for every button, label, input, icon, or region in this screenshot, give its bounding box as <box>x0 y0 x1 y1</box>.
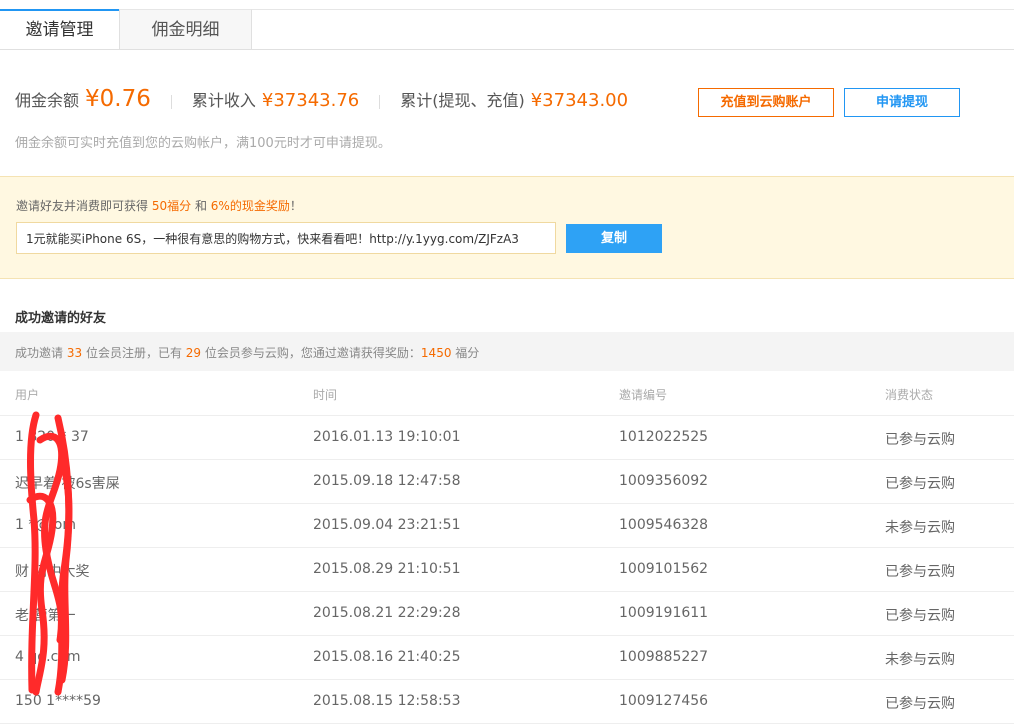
cell-code: 1012022525 <box>619 429 709 445</box>
cell-status: 已参与云购 <box>885 432 955 448</box>
withdraw-button[interactable]: 申请提现 <box>844 88 960 117</box>
stats-part: 位会员注册，已有 <box>85 346 182 360</box>
tab-commission-details[interactable]: 佣金明细 <box>119 9 252 49</box>
friends-table: 用户 时间 邀请编号 消费状态 1 820 * 37 2016.01.13 19… <box>0 371 1014 724</box>
invite-tip: 邀请好友并消费即可获得 50福分 和 6%的现金奖励！ <box>16 197 302 214</box>
cell-time: 2015.08.21 22:29:28 <box>313 605 461 621</box>
invite-tip-points: 50福分 <box>151 199 192 213</box>
invite-stats-bar: 成功邀请 33 位会员注册，已有 29 位会员参与云购，您通过邀请获得奖励：14… <box>0 332 1014 371</box>
tab-bar: 邀请管理 佣金明细 <box>0 9 1014 50</box>
balance-note: 佣金余额可实时充值到您的云购帐户，满100元时才可申请提现。 <box>15 136 391 151</box>
table-row: 4 qq.com 2015.08.16 21:40:25 1009885227 … <box>0 636 1014 680</box>
table-row: 1 820 * 37 2016.01.13 19:10:01 101202252… <box>0 416 1014 460</box>
stats-part: 成功邀请 <box>15 346 64 360</box>
invite-tip-prefix: 邀请好友并消费即可获得 <box>16 199 149 213</box>
cell-time: 2015.09.18 12:47:58 <box>313 473 461 489</box>
cell-user: 1 *@ om <box>15 517 77 533</box>
invite-tip-and: 和 <box>194 199 207 213</box>
table-row: 150 1****59 2015.08.15 12:58:53 10091274… <box>0 680 1014 724</box>
column-header-time: 时间 <box>313 388 338 402</box>
column-header-code: 邀请编号 <box>619 388 668 402</box>
section-title: 成功邀请的好友 <box>15 311 107 326</box>
cell-status: 已参与云购 <box>885 476 955 492</box>
cell-code: 1009356092 <box>619 473 709 489</box>
cell-user: 1 820 * 37 <box>15 429 89 445</box>
invite-stats-text: 成功邀请 33 位会员注册，已有 29 位会员参与云购，您通过邀请获得奖励：14… <box>15 344 479 361</box>
cell-status: 已参与云购 <box>885 608 955 624</box>
reward-points: 1450 <box>420 346 452 360</box>
cell-code: 1009101562 <box>619 561 709 577</box>
table-header: 用户 时间 邀请编号 消费状态 <box>0 371 1014 416</box>
table-row: 1 *@ om 2015.09.04 23:21:51 1009546328 未… <box>0 504 1014 548</box>
participated-count: 29 <box>185 346 202 360</box>
cell-code: 1009546328 <box>619 517 709 533</box>
stats-part: 位会员参与云购，您通过邀请获得奖励： <box>204 346 421 360</box>
cell-code: 1009191611 <box>619 605 709 621</box>
cell-status: 未参与云购 <box>885 520 955 536</box>
cell-user: 150 1****59 <box>15 693 101 709</box>
tab-invite-management[interactable]: 邀请管理 <box>0 9 119 49</box>
balance-label: 佣金余额 <box>15 91 80 110</box>
cell-code: 1009885227 <box>619 649 709 665</box>
divider <box>379 95 381 109</box>
column-header-user: 用户 <box>15 388 40 402</box>
invite-tip-cash: 6%的现金奖励 <box>210 199 290 213</box>
table-row: 财 阿中大奖 2015.08.29 21:10:51 1009101562 已参… <box>0 548 1014 592</box>
cell-user: 迟早着 被6s害屎 <box>15 476 120 492</box>
divider <box>170 95 172 109</box>
income-value: ¥37343.76 <box>261 90 360 111</box>
cell-status: 已参与云购 <box>885 696 955 712</box>
stats-part: 福分 <box>455 346 480 360</box>
cell-status: 未参与云购 <box>885 652 955 668</box>
cell-user: 老 营第一 <box>15 608 76 624</box>
cell-code: 1009127456 <box>619 693 709 709</box>
cell-time: 2015.08.16 21:40:25 <box>313 649 461 665</box>
column-header-status: 消费状态 <box>885 388 934 402</box>
invite-panel: 邀请好友并消费即可获得 50福分 和 6%的现金奖励！ 复制 <box>0 176 1014 279</box>
table-row: 老 营第一 2015.08.21 22:29:28 1009191611 已参与… <box>0 592 1014 636</box>
cell-status: 已参与云购 <box>885 564 955 580</box>
cell-time: 2015.08.15 12:58:53 <box>313 693 461 709</box>
invite-link-input[interactable] <box>16 222 556 254</box>
cell-user: 财 阿中大奖 <box>15 564 90 580</box>
registered-count: 33 <box>66 346 83 360</box>
recharge-button[interactable]: 充值到云购账户 <box>698 88 834 117</box>
cell-time: 2016.01.13 19:10:01 <box>313 429 461 445</box>
income-label: 累计收入 <box>191 91 256 110</box>
cell-user: 4 qq.com <box>15 649 81 665</box>
balance-value: ¥0.76 <box>85 86 151 112</box>
cell-time: 2015.09.04 23:21:51 <box>313 517 461 533</box>
commission-summary: 佣金余额 ¥0.76 累计收入 ¥37343.76 累计(提现、充值) ¥373… <box>15 86 628 118</box>
table-row: 迟早着 被6s害屎 2015.09.18 12:47:58 1009356092… <box>0 460 1014 504</box>
withdraw-total-label: 累计(提现、充值) <box>400 91 525 110</box>
cell-time: 2015.08.29 21:10:51 <box>313 561 461 577</box>
copy-button[interactable]: 复制 <box>566 224 662 253</box>
invite-tip-suffix: ！ <box>289 199 302 213</box>
withdraw-total-value: ¥37343.00 <box>530 90 629 111</box>
